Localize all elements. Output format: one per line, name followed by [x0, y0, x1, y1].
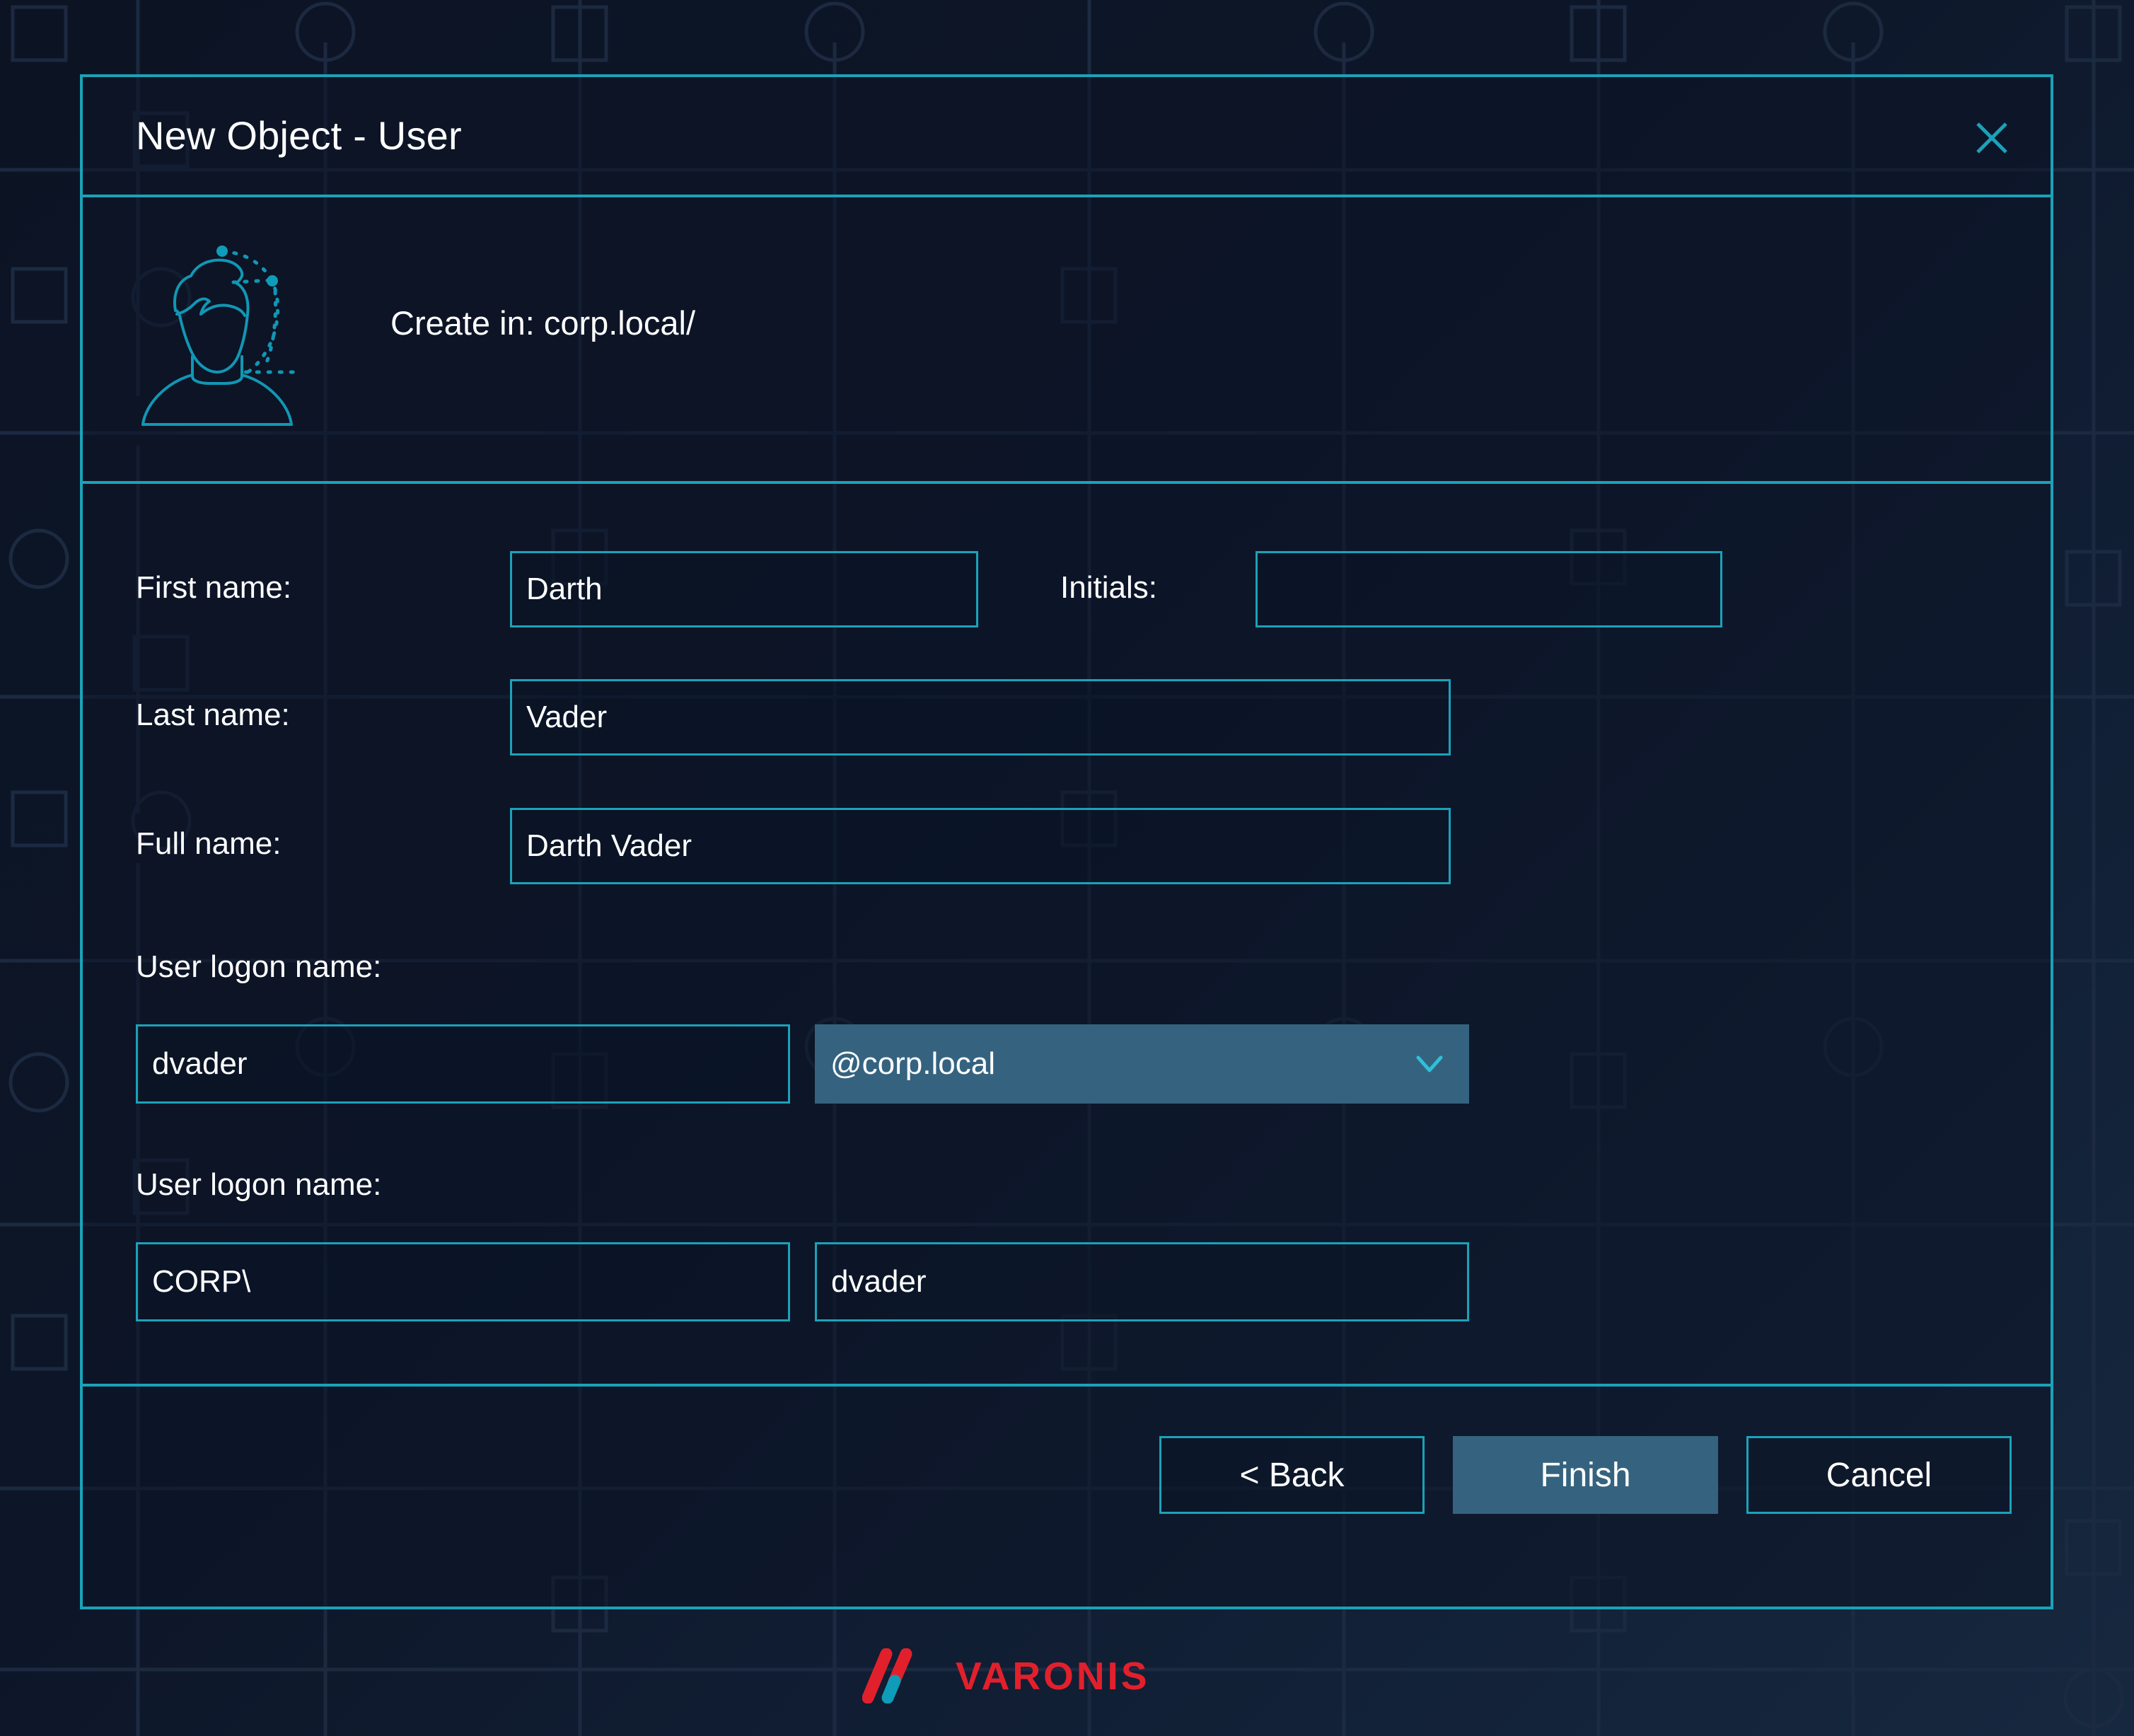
varonis-logo: VARONIS	[862, 1648, 1159, 1703]
initials-label: Initials:	[1060, 570, 1157, 605]
dialog-footer: < Back Finish Cancel	[83, 1387, 2051, 1602]
create-in-band: Create in: corp.local/	[83, 197, 2051, 484]
close-icon[interactable]	[1970, 116, 2014, 160]
page-root: New Object - User Create in: corp.local/…	[0, 0, 2134, 1736]
dialog-title: New Object - User	[136, 113, 462, 158]
last-name-input[interactable]: Vader	[510, 679, 1451, 756]
sam-domain-input[interactable]: CORP\	[136, 1242, 790, 1321]
sam-name-input[interactable]: dvader	[815, 1242, 1469, 1321]
form-body: First name: Darth Initials: Last name: V…	[83, 484, 2051, 1387]
upn-logon-name-label: User logon name:	[136, 949, 382, 984]
new-object-user-dialog: New Object - User Create in: corp.local/…	[80, 74, 2053, 1609]
first-name-input[interactable]: Darth	[510, 551, 978, 627]
back-button[interactable]: < Back	[1159, 1436, 1425, 1514]
last-name-label: Last name:	[136, 698, 290, 732]
upn-suffix-dropdown[interactable]: @corp.local	[815, 1024, 1469, 1104]
cancel-button[interactable]: Cancel	[1746, 1436, 2012, 1514]
first-name-label: First name:	[136, 570, 292, 605]
finish-button[interactable]: Finish	[1453, 1436, 1718, 1514]
chevron-down-icon	[1415, 1054, 1444, 1074]
sam-logon-name-label: User logon name:	[136, 1167, 382, 1202]
varonis-wordmark: VARONIS	[956, 1654, 1150, 1698]
varonis-slash-logo	[862, 1648, 917, 1703]
create-in-label: Create in: corp.local/	[390, 304, 696, 342]
full-name-input[interactable]: Darth Vader	[510, 808, 1451, 884]
upn-suffix-value: @corp.local	[830, 1046, 995, 1081]
dialog-header: New Object - User	[83, 77, 2051, 197]
user-avatar-icon	[136, 236, 320, 427]
upn-prefix-input[interactable]: dvader	[136, 1024, 790, 1104]
initials-input[interactable]	[1256, 551, 1722, 627]
full-name-label: Full name:	[136, 826, 282, 861]
